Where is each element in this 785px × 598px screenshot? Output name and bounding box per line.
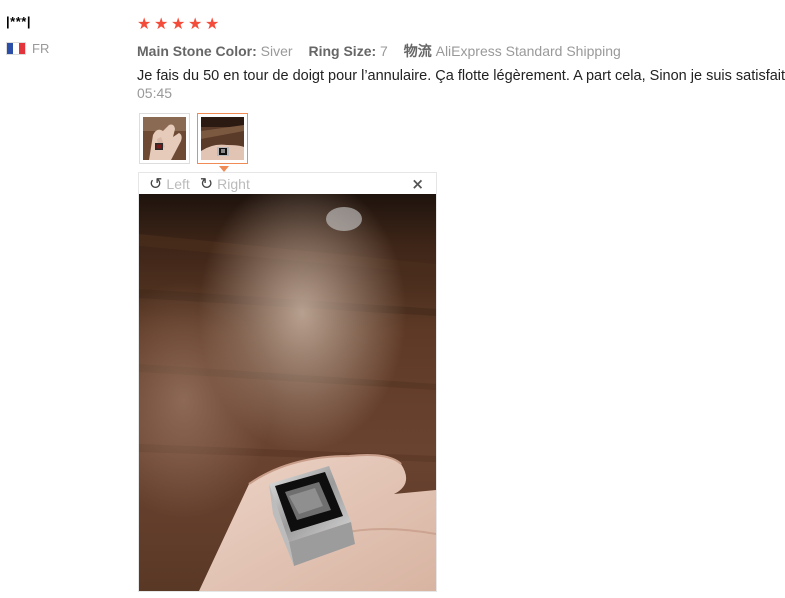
rotate-left-icon: ↺ [149, 173, 163, 193]
rotate-left-button[interactable]: ↺ Left [149, 173, 190, 193]
product-attributes: Main Stone Color: Siver Ring Size: 7 物流 … [137, 41, 782, 61]
review-text: Je fais du 50 en tour de doigt pour l’an… [137, 68, 785, 84]
star-icon: ★ [171, 14, 186, 33]
rotate-left-label: Left [166, 175, 190, 192]
attribute-ring-size: Ring Size: 7 [308, 43, 388, 59]
viewer-toolbar: ↺ Left ↻ Right × [139, 173, 436, 194]
review-time: 05:45 [137, 85, 173, 101]
review-photo-large [139, 194, 436, 591]
star-rating: ★ ★ ★ ★ ★ [137, 16, 782, 36]
thumbnail-image [143, 117, 186, 160]
photo-thumbnail[interactable] [139, 113, 190, 164]
reviewer-country: FR [6, 41, 126, 56]
reviewer-info: |***| FR [6, 14, 126, 56]
reviewer-name: |***| [6, 14, 31, 29]
rotate-right-label: Right [217, 175, 250, 192]
close-icon[interactable]: × [411, 175, 424, 193]
star-icon: ★ [188, 14, 203, 33]
rotate-right-icon: ↻ [199, 173, 214, 193]
attribute-shipping: 物流 AliExpress Standard Shipping [403, 43, 621, 59]
attribute-stone-color: Main Stone Color: Siver [137, 43, 293, 59]
thumbnail-image [201, 117, 244, 160]
rotate-right-button[interactable]: ↻ Right [199, 173, 250, 193]
review-content: ★ ★ ★ ★ ★ Main Stone Color: Siver Ring S… [137, 16, 785, 102]
star-icon: ★ [205, 14, 220, 33]
photo-thumbnail-active[interactable] [197, 113, 248, 172]
star-icon: ★ [137, 14, 152, 33]
star-icon: ★ [154, 14, 169, 33]
country-code: FR [32, 41, 50, 56]
france-flag-icon [6, 42, 26, 55]
photo-viewer: ↺ Left ↻ Right × [138, 172, 437, 592]
review-photo-thumbnails [139, 113, 248, 172]
